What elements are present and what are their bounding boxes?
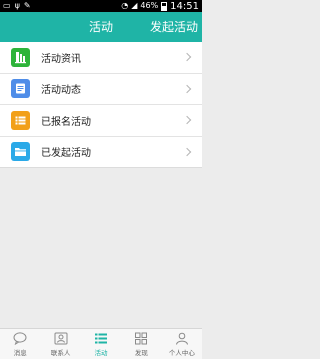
menu-item-activity-news[interactable]: 活动资讯 bbox=[0, 42, 202, 74]
status-bar: ▭ ψ ✎ ◔ ◢ 46% 14:51 bbox=[0, 0, 202, 12]
menu-item-created-activities[interactable]: 已发起活动 bbox=[0, 137, 202, 168]
signal-icon: ◢ bbox=[131, 1, 138, 10]
list-icon bbox=[95, 333, 108, 344]
folder-icon bbox=[11, 142, 30, 162]
tab-label: 活动 bbox=[94, 349, 108, 357]
chevron-right-icon bbox=[182, 53, 192, 62]
tab-activities[interactable]: 活动 bbox=[81, 329, 121, 359]
battery-icon bbox=[161, 1, 168, 11]
list-icon bbox=[11, 110, 30, 130]
bottom-tab-bar: 消息 联系人 活动 发现 个人中心 bbox=[0, 328, 202, 359]
chat-bubble-icon bbox=[13, 332, 27, 345]
document-icon bbox=[11, 79, 30, 99]
chevron-right-icon bbox=[182, 147, 192, 156]
menu-item-label: 已报名活动 bbox=[41, 116, 91, 128]
notification-icon: ▭ bbox=[3, 1, 11, 10]
contact-card-icon bbox=[54, 332, 68, 345]
create-activity-button[interactable]: 发起活动 bbox=[150, 12, 198, 42]
tab-label: 发现 bbox=[134, 349, 148, 357]
person-icon bbox=[175, 332, 188, 345]
tab-label: 联系人 bbox=[50, 349, 71, 357]
tab-profile[interactable]: 个人中心 bbox=[162, 329, 202, 359]
tab-label: 消息 bbox=[13, 349, 27, 357]
chevron-right-icon bbox=[182, 116, 192, 125]
wifi-icon: ◔ bbox=[121, 1, 129, 10]
menu-item-label: 活动动态 bbox=[41, 85, 81, 97]
activity-menu: 活动资讯 活动动态 已报名活动 已发起活动 bbox=[0, 42, 202, 168]
chevron-right-icon bbox=[182, 84, 192, 93]
tab-discover[interactable]: 发现 bbox=[121, 329, 161, 359]
usb-icon: ψ bbox=[14, 1, 20, 10]
tab-label: 个人中心 bbox=[168, 349, 195, 357]
news-icon bbox=[11, 47, 30, 67]
clock: 14:51 bbox=[170, 0, 199, 12]
tab-messages[interactable]: 消息 bbox=[0, 329, 40, 359]
grid-icon bbox=[135, 332, 148, 345]
battery-percent: 46% bbox=[140, 1, 159, 10]
edit-icon: ✎ bbox=[23, 1, 31, 10]
header-bar: 活动 发起活动 bbox=[0, 12, 202, 42]
menu-item-activity-feed[interactable]: 活动动态 bbox=[0, 74, 202, 105]
tab-contacts[interactable]: 联系人 bbox=[40, 329, 80, 359]
menu-item-registered-activities[interactable]: 已报名活动 bbox=[0, 105, 202, 137]
menu-item-label: 已发起活动 bbox=[41, 148, 91, 160]
menu-item-label: 活动资讯 bbox=[41, 53, 81, 65]
